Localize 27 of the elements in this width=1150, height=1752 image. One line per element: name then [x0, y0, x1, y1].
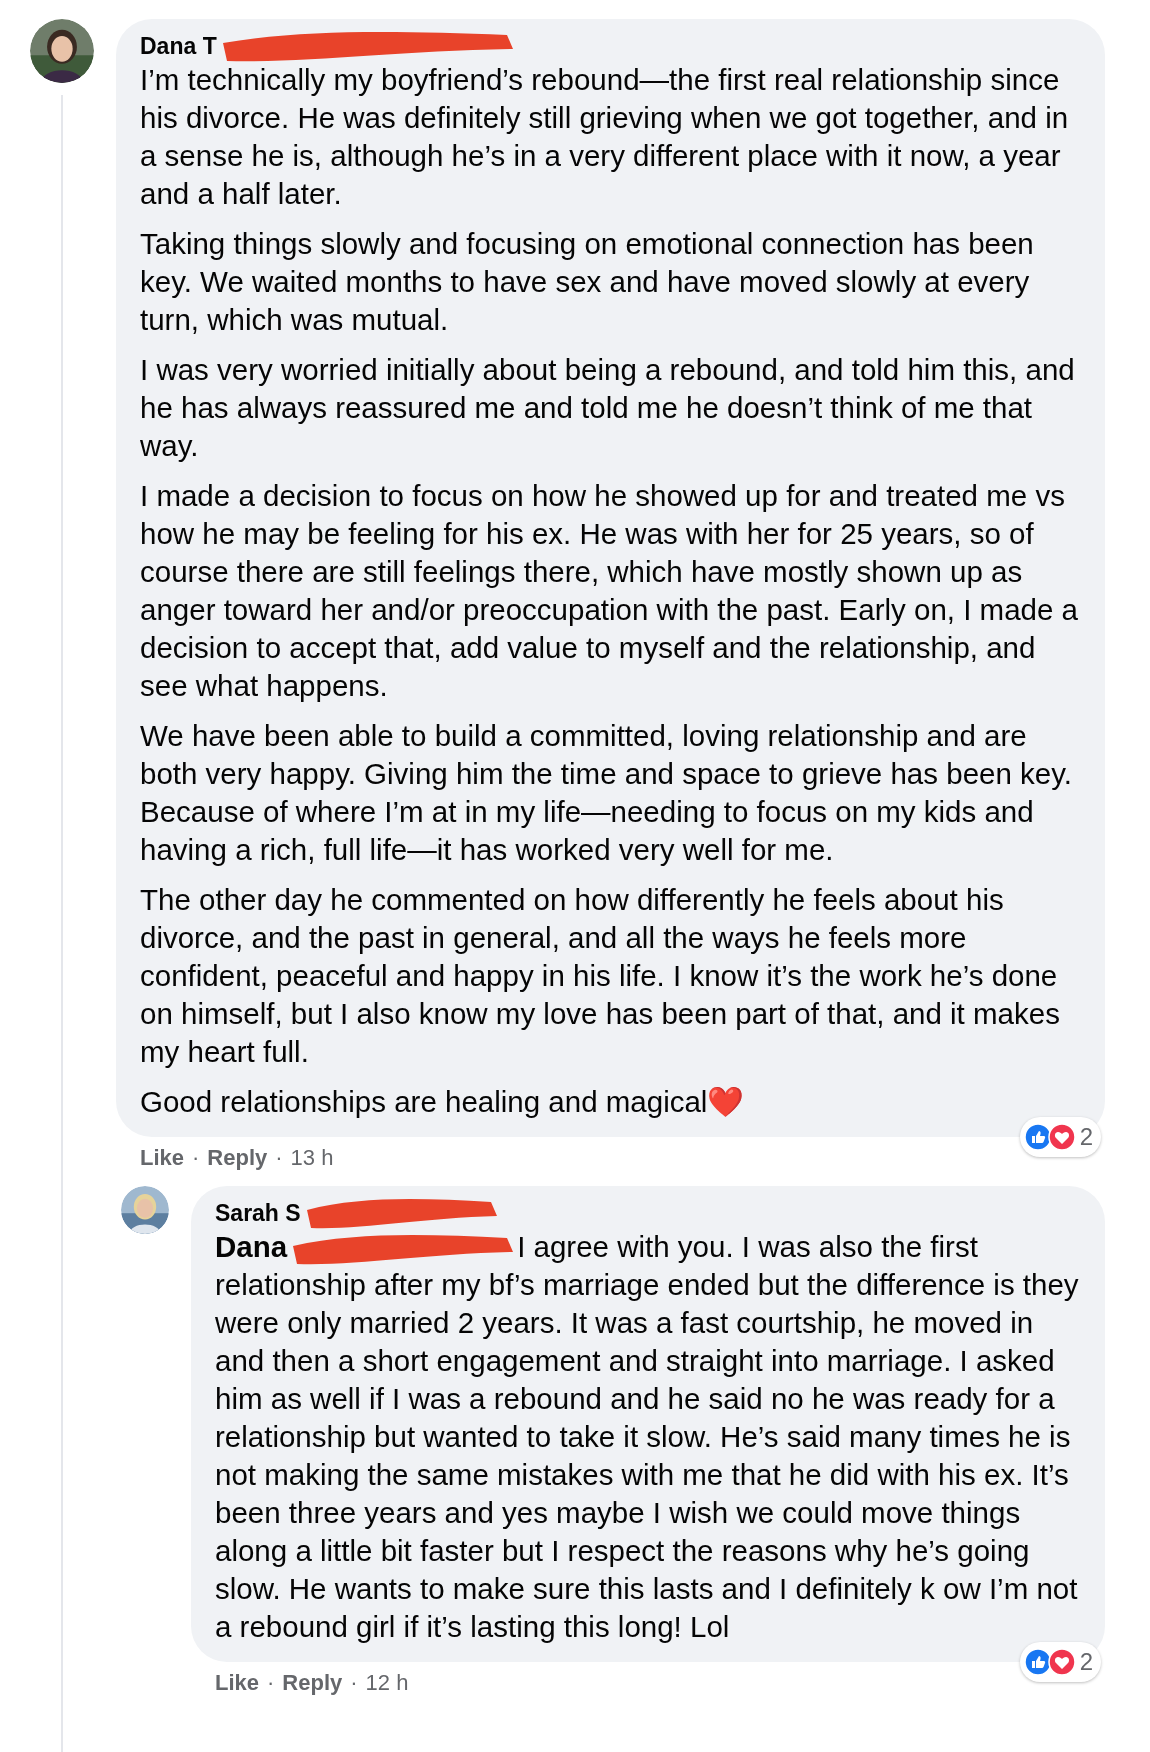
thumbs-up-icon [1023, 1123, 1052, 1151]
reaction-count: 2 [1079, 1647, 1093, 1677]
comment-text: I’m technically my boyfriend’s rebound—the first real relationship since his divorce. He was definitely still grieving when we got together, and in a sense he is, although he’s in a very different place with it now, a year and a half later. [140, 62, 1070, 212]
comment-text: Taking things slowly and focusing on emotional connection has been key. We waited months to have sex and have moved slowly at every turn, which was mutual. [140, 226, 1035, 338]
comment-text: I made a decision to focus on how he showed up for and treated me vs how he may be feeling for his ex. He was with her for 25 years, so of course there are still feelings there, which have mostly shown up as anger toward her and/or preoccupation with the past. Early on, I made a decision to accept that, add value to myself and the relationship, and see what happens. [140, 478, 1079, 704]
comment-text: Dana I agree with you. I was also the first relationship after my bf’s marriage ended but the difference is they were only married 2 years. It was a fast courtship, he moved in and then a short engagement and straight into marriage. I asked him as well if I was a rebound and he said no he was ready for a relationship but wanted to take it slow. He’s said many times he is not making the same mistakes with me that he did with his ex. It’s been three years and yes maybe I wish we could move things along a little bit faster but I respect the reasons why he’s going slow. He wants to make sure this lasts and I definitely k ow I’m not a rebound girl if it’s lasting this long! Lol [215, 1229, 1080, 1645]
comment-text: Good relationships are healing and magical❤ [140, 1084, 746, 1120]
reaction-summary[interactable]: 2 [1019, 1642, 1101, 1682]
reaction-count: 2 [1079, 1122, 1093, 1152]
mention-link[interactable]: Dana [215, 1230, 288, 1263]
action-link[interactable]: Reply [282, 1666, 343, 1699]
comment-text: We have been able to build a committed, loving relationship and are both very happy. Giving him the time and space to grieve has been key. Because of where I’m at in my life—needing to focus on my kids and having a rich, full life—it has worked very well for me. [140, 718, 1073, 868]
action-link[interactable]: Like [140, 1141, 185, 1174]
separator-dot: · [192, 1144, 200, 1172]
timestamp[interactable]: 12 h [365, 1666, 409, 1699]
comment-text: The other day he commented on how differently he feels about his divorce, and the past in general, and all the ways he feels more confident, peaceful and happy in his life. I know it’s the work he’s done on himself, but I also know my love has been part of that, and it makes my heart full. [140, 882, 1061, 1070]
author-name[interactable]: Sarah S [215, 1198, 301, 1228]
separator-dot: · [275, 1144, 283, 1172]
comment-text: I was very worried initially about being a rebound, and told him this, and he has always reassured me and told me he doesn’t think of me that way. [140, 352, 1076, 464]
thumbs-up-icon [1023, 1648, 1052, 1676]
reaction-summary[interactable]: 2 [1019, 1117, 1101, 1157]
action-link[interactable]: Reply [207, 1141, 268, 1174]
separator-dot: · [267, 1669, 275, 1697]
author-name[interactable]: Dana T [140, 31, 217, 61]
separator-dot: · [350, 1669, 358, 1697]
action-link[interactable]: Like [215, 1666, 260, 1699]
timestamp[interactable]: 13 h [290, 1141, 334, 1174]
